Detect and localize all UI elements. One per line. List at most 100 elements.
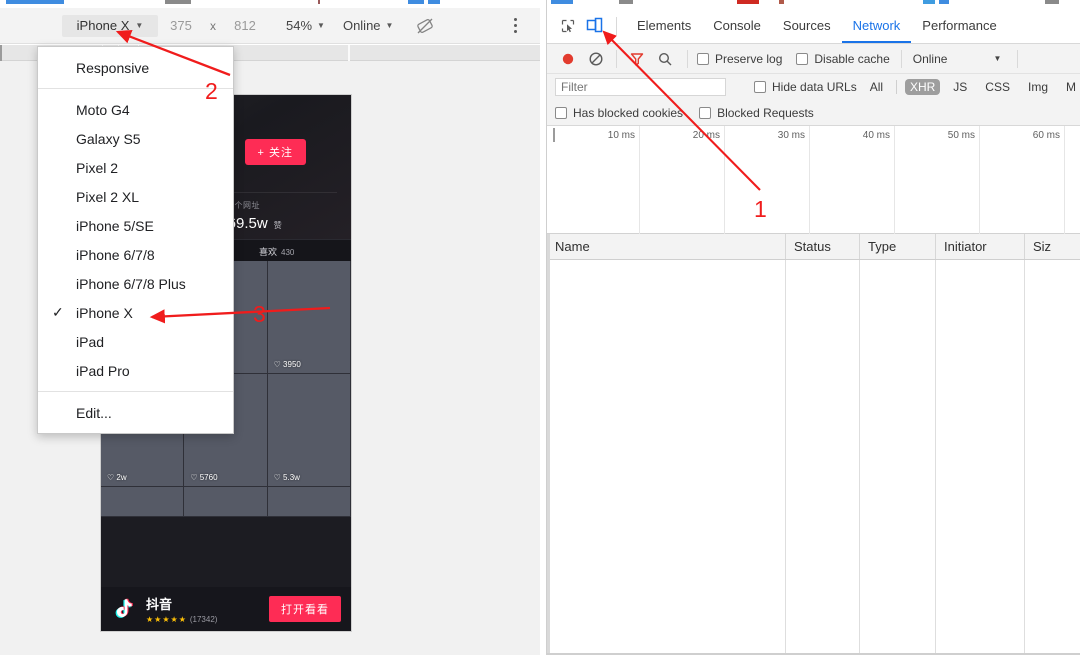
blocked-requests-checkbox[interactable]: Blocked Requests <box>699 106 814 120</box>
chrome-bit <box>737 0 759 4</box>
devtools-tab-bar: Elements Console Sources Network Perform… <box>547 8 1080 44</box>
menu-item-label: iPhone 6/7/8 Plus <box>76 275 186 292</box>
menu-item-label: iPad <box>76 333 105 350</box>
menu-item-edit[interactable]: Edit... <box>38 398 233 427</box>
chevron-down-icon: ▼ <box>135 20 144 30</box>
menu-item-device-selected[interactable]: ✓ iPhone X <box>38 298 233 327</box>
chrome-bit <box>619 0 633 4</box>
like-count: ♡ 3950 <box>273 360 301 369</box>
preserve-log-checkbox[interactable]: Preserve log <box>697 52 782 66</box>
filter-type-xhr[interactable]: XHR <box>904 79 941 95</box>
menu-item-device[interactable]: iPhone 6/7/8 <box>38 240 233 269</box>
grid-cell[interactable] <box>101 487 185 517</box>
timeline-tick-label: 10 ms <box>607 130 635 141</box>
filter-input[interactable] <box>555 78 727 96</box>
chrome-bit <box>923 0 935 4</box>
chrome-bit <box>428 0 440 4</box>
has-blocked-cookies-checkbox[interactable]: Has blocked cookies <box>555 106 683 120</box>
tab-likes[interactable]: 喜欢 430 <box>259 245 294 258</box>
checkbox-box[interactable] <box>699 106 712 119</box>
timeline-tick: 60 ms <box>980 126 1065 234</box>
network-throttle-select[interactable]: Online ▼ <box>343 18 394 33</box>
app-name: 抖音 <box>146 597 173 612</box>
menu-item-label: iPhone X <box>76 304 133 321</box>
filter-type-media[interactable]: M <box>1061 79 1080 95</box>
devtools-panel: Elements Console Sources Network Perform… <box>546 0 1080 655</box>
device-toolbar-toggle-icon[interactable] <box>581 14 607 38</box>
timeline-tick-label: 50 ms <box>947 130 975 141</box>
follow-button[interactable]: + 关注 <box>244 139 306 165</box>
more-options-icon[interactable] <box>506 16 524 36</box>
checkbox-box[interactable] <box>754 81 767 93</box>
hide-data-urls-checkbox[interactable]: Hide data URLs <box>754 80 857 94</box>
grid-cell[interactable]: ♡ 5.3w <box>267 374 351 487</box>
checkbox-box[interactable] <box>796 52 809 65</box>
grid-cell[interactable] <box>267 487 351 517</box>
disable-cache-checkbox[interactable]: Disable cache <box>796 52 890 66</box>
checkbox-box[interactable] <box>555 106 567 119</box>
device-height-input[interactable]: 812 <box>222 18 268 33</box>
menu-item-device[interactable]: iPad Pro <box>38 356 233 385</box>
checkbox-box[interactable] <box>697 52 709 65</box>
network-timeline-overview[interactable]: 10 ms 20 ms 30 ms 40 ms 50 ms 60 ms <box>547 126 1080 234</box>
hero-stat-suffix: 赞 <box>273 221 282 230</box>
chevron-down-icon: ▼ <box>385 20 394 30</box>
open-app-button[interactable]: 打开看看 <box>269 596 341 622</box>
menu-item-responsive[interactable]: Responsive <box>38 53 233 82</box>
requests-table-body[interactable] <box>547 260 1080 655</box>
tab-sources[interactable]: Sources <box>772 8 842 43</box>
toolbar-separator <box>616 16 617 35</box>
tiktok-logo-icon <box>111 596 137 622</box>
menu-item-device[interactable]: iPhone 5/SE <box>38 211 233 240</box>
chrome-bit <box>1045 0 1059 4</box>
column-header-status[interactable]: Status <box>786 234 860 259</box>
tab-performance[interactable]: Performance <box>911 8 1007 43</box>
tab-elements[interactable]: Elements <box>626 8 702 43</box>
browser-left-pane: iPhone X ▼ 375 x 812 54% ▼ Online ▼ + 关注… <box>0 0 540 655</box>
tab-console[interactable]: Console <box>702 8 772 43</box>
filter-type-js[interactable]: JS <box>948 79 972 95</box>
rotate-device-icon[interactable] <box>415 16 435 36</box>
inspect-element-icon[interactable] <box>555 14 581 38</box>
device-select-label: iPhone X <box>76 18 130 33</box>
tab-network[interactable]: Network <box>842 8 912 43</box>
filter-type-img[interactable]: Img <box>1023 79 1053 95</box>
column-header-size[interactable]: Siz <box>1025 234 1080 259</box>
device-select-button[interactable]: iPhone X ▼ <box>62 14 158 37</box>
zoom-select[interactable]: 54% ▼ <box>286 18 325 33</box>
column-header-type[interactable]: Type <box>860 234 936 259</box>
menu-item-label: Pixel 2 <box>76 159 119 176</box>
timeline-tick-label: 60 ms <box>1032 130 1060 141</box>
chrome-bit <box>551 0 573 4</box>
filter-separator <box>896 80 897 94</box>
column-header-initiator[interactable]: Initiator <box>936 234 1025 259</box>
throttle-select[interactable]: Online <box>913 52 948 66</box>
timeline-tick: 20 ms <box>640 126 725 234</box>
throttle-value: Online <box>912 51 948 66</box>
dimension-separator: x <box>210 18 216 33</box>
search-icon[interactable] <box>652 47 678 71</box>
chevron-down-icon[interactable]: ▼ <box>993 54 1001 63</box>
filter-type-css[interactable]: CSS <box>980 79 1015 95</box>
menu-item-label: iPhone 5/SE <box>76 217 154 234</box>
menu-item-device[interactable]: Moto G4 <box>38 95 233 124</box>
filter-funnel-icon[interactable] <box>624 47 650 71</box>
grid-cell[interactable] <box>184 487 268 517</box>
menu-item-device[interactable]: Pixel 2 XL <box>38 182 233 211</box>
grid-cell[interactable]: ♡ 3950 <box>267 261 351 374</box>
rating-count: (17342) <box>189 615 218 624</box>
column-header-name[interactable]: Name <box>547 234 786 259</box>
device-width-input[interactable]: 375 <box>158 18 204 33</box>
clear-requests-icon[interactable] <box>583 47 609 71</box>
screen-root: iPhone X ▼ 375 x 812 54% ▼ Online ▼ + 关注… <box>0 0 1080 655</box>
record-button-icon[interactable] <box>555 47 581 71</box>
filter-type-all[interactable]: All <box>865 79 888 95</box>
annotation-number-2: 2 <box>205 78 218 104</box>
table-column <box>860 260 936 655</box>
has-blocked-cookies-label: Has blocked cookies <box>573 105 684 120</box>
menu-item-device[interactable]: Galaxy S5 <box>38 124 233 153</box>
menu-item-device[interactable]: iPhone 6/7/8 Plus <box>38 269 233 298</box>
menu-item-device[interactable]: Pixel 2 <box>38 153 233 182</box>
menu-item-device[interactable]: iPad <box>38 327 233 356</box>
toolbar-separator <box>687 49 688 68</box>
